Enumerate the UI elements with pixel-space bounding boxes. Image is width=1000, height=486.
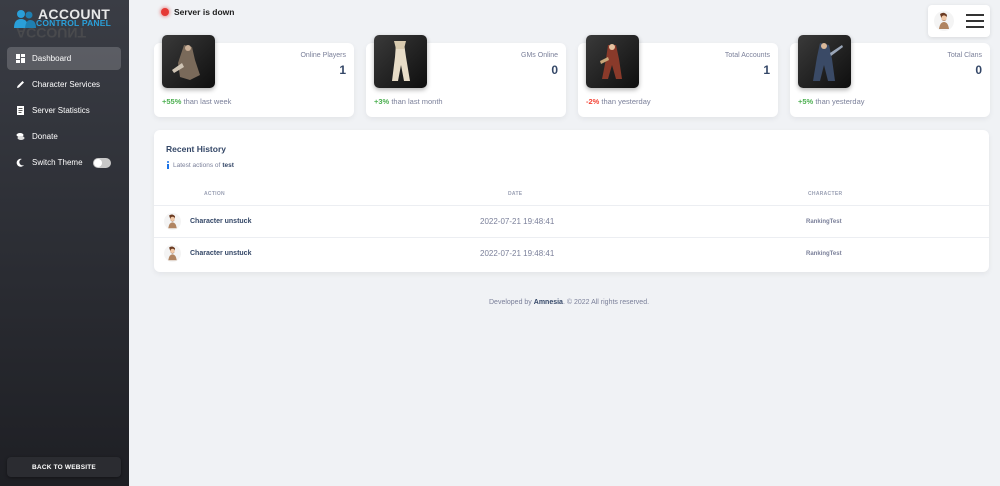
- row-action: Character unstuck: [190, 218, 252, 225]
- stat-change-percent: +5%: [798, 97, 814, 106]
- sidebar: ACCOUNT CONTROL PANEL ACCOUNT Dashboard …: [0, 0, 129, 486]
- history-title: Recent History: [166, 144, 226, 154]
- character-portrait-image: [798, 35, 851, 88]
- logo[interactable]: ACCOUNT CONTROL PANEL ACCOUNT: [14, 6, 124, 46]
- stat-change-percent: +55%: [162, 97, 182, 106]
- footer-suffix: . © 2022 All rights reserved.: [562, 299, 650, 306]
- row-date: 2022-07-21 19:48:41: [480, 217, 555, 226]
- coins-icon: [15, 132, 25, 142]
- pencil-icon: [15, 80, 25, 90]
- stat-change-text: than yesterday: [599, 97, 651, 106]
- stat-change-text: than last week: [181, 97, 232, 106]
- dashboard-icon: [15, 54, 25, 64]
- stat-change-percent: -2%: [586, 97, 600, 106]
- sidebar-item-label: Donate: [32, 132, 58, 141]
- stat-value: 0: [975, 63, 982, 77]
- sidebar-item-label: Switch Theme: [32, 158, 83, 167]
- stat-value: 0: [551, 63, 558, 77]
- character-avatar: [164, 245, 181, 262]
- stat-card-gms-online: GMs Online 0 +3% than last month: [366, 35, 566, 117]
- sidebar-item-donate[interactable]: Donate: [7, 125, 121, 148]
- sidebar-item-label: Server Statistics: [32, 106, 90, 115]
- status-indicator-dot: [161, 8, 169, 16]
- sidebar-item-label: Dashboard: [32, 54, 72, 63]
- top-navbar: [928, 5, 990, 37]
- stat-change: +55% than last week: [162, 97, 231, 106]
- stat-label: Total Accounts: [724, 52, 770, 59]
- stat-change-text: than yesterday: [813, 97, 865, 106]
- stat-value: 1: [339, 63, 346, 77]
- history-subtitle-prefix: Latest actions of: [173, 161, 221, 169]
- stat-card-online-players: Online Players 1 +55% than last week: [154, 35, 354, 117]
- server-status-text: Server is down: [174, 7, 235, 17]
- sidebar-item-character-services[interactable]: Character Services: [7, 73, 121, 96]
- recent-history-card: Recent History Latest actions of test AC…: [154, 130, 989, 272]
- logo-reflection: ACCOUNT: [16, 25, 86, 41]
- sidebar-item-server-statistics[interactable]: Server Statistics: [7, 99, 121, 122]
- table-row: Character unstuck 2022-07-21 19:48:41 Ra…: [154, 205, 989, 237]
- sidebar-item-dashboard[interactable]: Dashboard: [7, 47, 121, 70]
- history-subtitle-user: test: [222, 161, 234, 169]
- back-to-website-button[interactable]: BACK TO WEBSITE: [7, 457, 121, 477]
- column-header-action: ACTION: [204, 191, 225, 197]
- theme-toggle[interactable]: [92, 157, 111, 168]
- stat-change: +5% than yesterday: [798, 97, 865, 106]
- column-header-date: DATE: [508, 191, 523, 197]
- stat-change-percent: +3%: [374, 97, 390, 106]
- stat-value: 1: [763, 63, 770, 77]
- footer-author-link[interactable]: Amnesia: [534, 299, 563, 306]
- menu-hamburger-icon[interactable]: [966, 14, 984, 28]
- character-avatar: [164, 213, 181, 230]
- sidebar-item-label: Character Services: [32, 80, 101, 89]
- stat-label: Online Players: [300, 52, 346, 59]
- stat-change: -2% than yesterday: [586, 97, 651, 106]
- stat-change-text: than last month: [389, 97, 443, 106]
- column-header-character: CHARACTER: [808, 191, 843, 197]
- footer: Developed by Amnesia. © 2022 All rights …: [489, 299, 649, 306]
- document-icon: [15, 106, 25, 116]
- row-date: 2022-07-21 19:48:41: [480, 249, 555, 258]
- stat-card-total-accounts: Total Accounts 1 -2% than yesterday: [578, 35, 778, 117]
- stat-change: +3% than last month: [374, 97, 443, 106]
- character-portrait-image: [586, 35, 639, 88]
- stat-card-total-clans: Total Clans 0 +5% than yesterday: [790, 35, 990, 117]
- server-status: Server is down: [161, 7, 234, 17]
- stat-label: GMs Online: [521, 52, 558, 59]
- user-avatar[interactable]: [934, 11, 954, 31]
- character-portrait-image: [374, 35, 427, 88]
- info-icon: [167, 161, 169, 169]
- row-character: RankingTest: [806, 251, 842, 257]
- row-character: RankingTest: [806, 219, 842, 225]
- character-portrait-image: [162, 35, 215, 88]
- sidebar-nav: Dashboard Character Services Server Stat…: [7, 47, 121, 177]
- row-action: Character unstuck: [190, 250, 252, 257]
- stat-label: Total Clans: [947, 52, 982, 59]
- history-subtitle: Latest actions of test: [166, 161, 234, 169]
- sidebar-item-switch-theme[interactable]: Switch Theme: [7, 151, 121, 174]
- moon-icon: [15, 158, 25, 168]
- footer-prefix: Developed by: [489, 299, 532, 306]
- table-row: Character unstuck 2022-07-21 19:48:41 Ra…: [154, 237, 989, 269]
